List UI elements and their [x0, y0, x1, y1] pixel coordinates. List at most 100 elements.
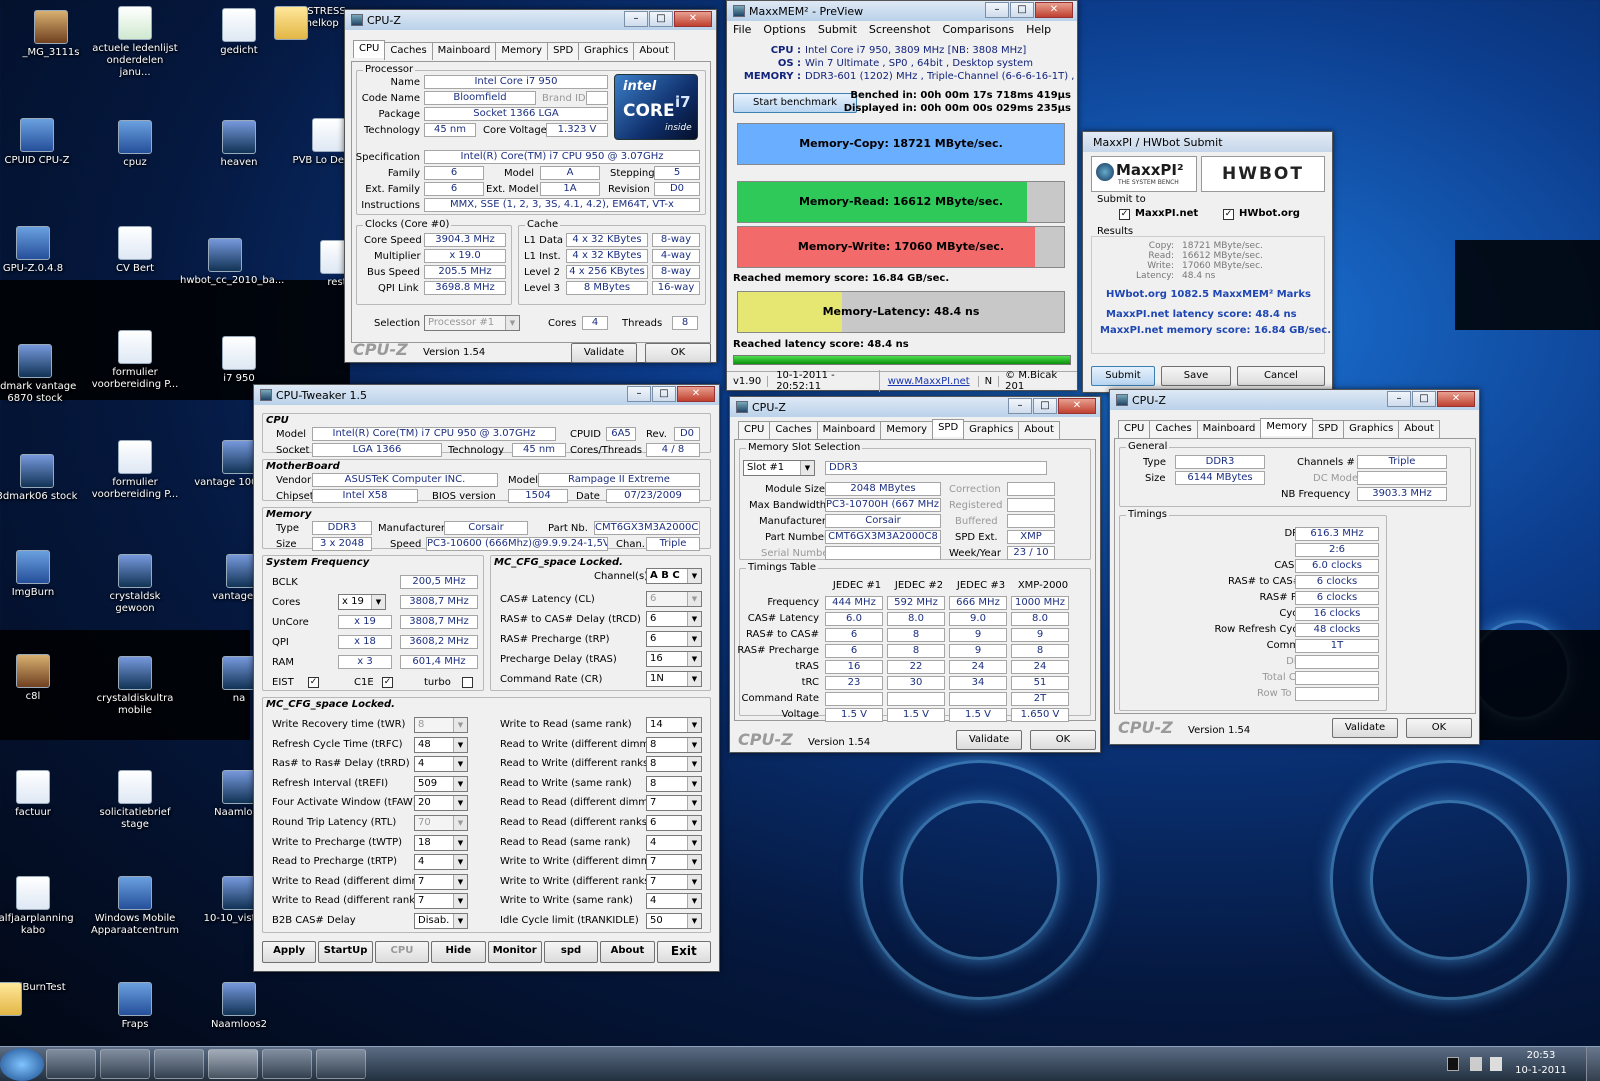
maximize-button[interactable]: □ — [1033, 398, 1057, 414]
tab-about[interactable]: About — [633, 42, 675, 60]
title-bar[interactable]: CPU-Z – □ ✕ — [1110, 390, 1479, 410]
timing-select[interactable]: 4 — [646, 893, 702, 910]
tab-mainboard[interactable]: Mainboard — [1196, 420, 1262, 438]
timing-select[interactable]: 4 — [414, 854, 468, 871]
desktop-icon[interactable]: crystaldsk gewoon — [90, 554, 180, 615]
timing-select[interactable]: 509 — [414, 775, 468, 792]
hide-button[interactable]: Hide — [431, 941, 486, 963]
tab-memory[interactable]: Memory — [1260, 418, 1314, 436]
desktop-icon[interactable]: IntelBurnTest — [0, 982, 78, 1016]
taskbar-maxxmem-icon[interactable] — [262, 1049, 312, 1079]
taskbar-tweaker-icon[interactable] — [208, 1049, 258, 1079]
menu-item-screenshot[interactable]: Screenshot — [869, 23, 931, 39]
desktop-icon[interactable]: actuele ledenlijst onderdelen janu... — [90, 6, 180, 79]
cpu-button[interactable]: CPU — [374, 941, 430, 963]
desktop-icon[interactable]: solicitatiebrief stage — [90, 770, 180, 831]
desktop-icon[interactable]: Naamloos2 — [194, 982, 284, 1031]
clock-time[interactable]: 20:53 — [1516, 1050, 1566, 1061]
desktop-icon[interactable]: halfjaarplanning kabo — [0, 876, 78, 937]
tab-caches[interactable]: Caches — [384, 42, 433, 60]
startup-button[interactable]: StartUp — [318, 941, 373, 963]
taskbar-cpuz-icon[interactable] — [154, 1049, 204, 1079]
tras-select[interactable]: 16 — [646, 651, 702, 667]
desktop-icon[interactable]: CV Bert — [90, 226, 180, 275]
tray-flag-icon[interactable] — [1447, 1057, 1459, 1071]
timing-select[interactable]: 8 — [414, 717, 468, 733]
timing-select[interactable]: 7 — [414, 873, 468, 890]
start-button[interactable] — [0, 1048, 44, 1081]
maximize-button[interactable]: □ — [649, 11, 673, 27]
close-button[interactable]: ✕ — [1437, 391, 1475, 407]
timing-select[interactable]: 70 — [414, 815, 468, 831]
exit-button[interactable]: Exit — [656, 941, 711, 963]
timing-select[interactable]: 8 — [646, 775, 702, 792]
c1e-checkbox[interactable]: ✓ — [382, 677, 393, 688]
title-bar[interactable]: MaxxMEM² - PreView – □ ✕ — [727, 1, 1077, 21]
timing-select[interactable]: 6 — [646, 815, 702, 831]
timing-select[interactable]: 4 — [414, 756, 468, 773]
title-bar[interactable]: CPU-Z – □ ✕ — [730, 397, 1100, 417]
close-button[interactable]: ✕ — [674, 11, 712, 27]
show-desktop-button[interactable] — [1586, 1047, 1600, 1081]
desktop-icon[interactable]: c8l — [0, 654, 78, 703]
channels-select[interactable]: A B C — [646, 568, 702, 584]
desktop-icon[interactable]: formulier voorbereiding P... — [90, 330, 180, 391]
maxxpi-checkbox[interactable]: ✓ — [1119, 209, 1130, 220]
timing-select[interactable]: 14 — [646, 717, 702, 733]
monitor-button[interactable]: Monitor — [487, 941, 542, 963]
hwbot-checkbox[interactable]: ✓ — [1223, 209, 1234, 220]
trcd-select[interactable]: 6 — [646, 611, 702, 627]
tab-about[interactable]: About — [1018, 421, 1060, 439]
desktop-icon[interactable]: crystaldiskultra mobile — [90, 656, 180, 717]
desktop-icon[interactable]: ImgBurn — [0, 550, 78, 599]
desktop-icon[interactable]: cpuz — [90, 120, 180, 169]
timing-select[interactable]: 20 — [414, 795, 468, 812]
title-bar[interactable]: CPU-Z – □ ✕ — [345, 10, 716, 30]
minimize-button[interactable]: – — [627, 386, 651, 402]
tab-spd[interactable]: SPD — [932, 419, 965, 437]
start-benchmark-button[interactable]: Start benchmark — [733, 93, 857, 113]
minimize-button[interactable]: – — [1387, 391, 1411, 407]
tab-graphics[interactable]: Graphics — [1343, 420, 1400, 438]
timing-select[interactable]: 7 — [414, 893, 468, 910]
close-button[interactable]: ✕ — [1058, 398, 1096, 414]
title-bar[interactable]: MaxxPI / HWbot Submit — [1083, 132, 1332, 152]
tab-graphics[interactable]: Graphics — [963, 421, 1020, 439]
maximize-button[interactable]: □ — [652, 386, 676, 402]
tab-caches[interactable]: Caches — [1149, 420, 1198, 438]
cancel-button[interactable]: Cancel — [1237, 366, 1325, 386]
spd-button[interactable]: spd — [543, 941, 599, 963]
cores-multiplier-select[interactable]: x 19 — [338, 594, 386, 610]
desktop-icon[interactable]: Windows Mobile Apparaatcentrum — [90, 876, 180, 937]
processor-select[interactable]: Processor #1 — [424, 315, 520, 331]
tab-cpu[interactable]: CPU — [1118, 420, 1151, 438]
menu-item-submit[interactable]: Submit — [818, 23, 857, 39]
apply-button[interactable]: Apply — [262, 941, 317, 963]
close-button[interactable]: ✕ — [677, 386, 715, 402]
desktop-icon[interactable]: gedicht — [194, 8, 284, 57]
menu-item-file[interactable]: File — [733, 23, 751, 39]
taskbar-explorer-icon[interactable] — [100, 1049, 150, 1079]
desktop-icon[interactable]: Fraps — [90, 982, 180, 1031]
tab-mainboard[interactable]: Mainboard — [431, 42, 497, 60]
tab-caches[interactable]: Caches — [769, 421, 818, 439]
minimize-button[interactable]: – — [624, 11, 648, 27]
tab-about[interactable]: About — [1398, 420, 1440, 438]
timing-select[interactable]: 8 — [646, 736, 702, 753]
turbo-checkbox[interactable] — [462, 677, 473, 688]
maximize-button[interactable]: □ — [1010, 2, 1034, 18]
ok-button[interactable]: OK — [1030, 730, 1096, 750]
taskbar-media-player-icon[interactable] — [46, 1049, 96, 1079]
timing-select[interactable]: 4 — [646, 834, 702, 851]
tab-cpu[interactable]: CPU — [738, 421, 771, 439]
desktop-icon[interactable]: _MG_3111s — [6, 10, 96, 59]
tab-cpu[interactable]: CPU — [353, 40, 386, 58]
desktop-icon[interactable]: hwbot_cc_2010_ba... — [180, 238, 284, 287]
maximize-button[interactable]: □ — [1412, 391, 1436, 407]
tab-mainboard[interactable]: Mainboard — [816, 421, 882, 439]
desktop-icon[interactable]: 3dmark vantage 6870 stock — [0, 344, 80, 405]
timing-select[interactable]: Disab. — [414, 913, 468, 929]
tray-network-icon[interactable] — [1470, 1057, 1482, 1071]
timing-select[interactable]: 8 — [646, 756, 702, 773]
timing-select[interactable]: 7 — [646, 795, 702, 812]
